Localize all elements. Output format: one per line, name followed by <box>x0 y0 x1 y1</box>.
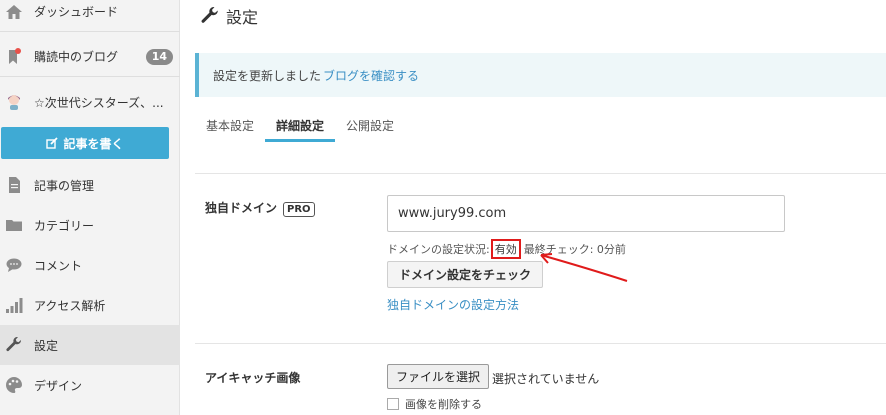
choose-file-button[interactable]: ファイルを選択 <box>387 364 490 389</box>
eyecatch-label: アイキャッチ画像 <box>205 371 301 385</box>
view-blog-link[interactable]: ブログを確認する <box>323 67 419 84</box>
main-content: 設定 設定を更新しました ブログを確認する 基本設定 詳細設定 公開設定 独自ド… <box>180 0 886 415</box>
edit-icon <box>46 137 59 149</box>
sidebar-item-analytics[interactable]: アクセス解析 <box>0 285 180 325</box>
notice-text: 設定を更新しました <box>213 68 322 83</box>
sidebar-item-label: ☆次世代シスターズ、... <box>34 95 164 110</box>
sidebar-item-blog[interactable]: ☆次世代シスターズ、... <box>0 82 180 122</box>
sidebar-item-label: 記事の管理 <box>34 178 95 193</box>
bar-chart-icon <box>5 296 23 314</box>
wrench-icon <box>5 336 23 354</box>
sidebar-item-settings[interactable]: 設定 <box>0 325 180 365</box>
sidebar-item-label: カテゴリー <box>34 218 95 233</box>
blog-avatar-icon <box>5 93 23 111</box>
sidebar-item-articles[interactable]: 記事の管理 <box>0 165 180 205</box>
file-status-text: 選択されていません <box>492 372 600 386</box>
custom-domain-label: 独自ドメイン PRO <box>205 199 315 217</box>
sidebar-item-label: アクセス解析 <box>34 298 106 313</box>
tab-publish-settings[interactable]: 公開設定 <box>335 108 405 142</box>
wrench-icon <box>201 7 218 23</box>
update-notice: 設定を更新しました ブログを確認する <box>195 53 886 97</box>
divider <box>195 343 886 344</box>
sidebar: ダッシュボード 購読中のブログ 14 ☆次世代シスターズ、... 記事を書く 記… <box>0 0 180 415</box>
home-icon <box>5 3 23 21</box>
palette-icon <box>5 376 23 394</box>
folder-icon <box>5 216 23 234</box>
bookmark-icon <box>5 47 23 66</box>
check-domain-button[interactable]: ドメイン設定をチェック <box>387 261 544 288</box>
document-icon <box>5 176 23 194</box>
divider <box>195 173 886 174</box>
sidebar-item-comments[interactable]: コメント <box>0 245 180 285</box>
comment-icon <box>5 256 23 274</box>
settings-tabs: 基本設定 詳細設定 公開設定 <box>195 108 405 142</box>
custom-domain-input[interactable] <box>387 195 785 232</box>
unread-count-badge: 14 <box>145 48 173 65</box>
tab-advanced-settings[interactable]: 詳細設定 <box>265 108 336 142</box>
page-title-text: 設定 <box>226 8 259 27</box>
custom-domain-label-text: 独自ドメイン <box>205 201 278 215</box>
write-article-button[interactable]: 記事を書く <box>1 127 169 159</box>
sidebar-item-label: 購読中のブログ <box>34 50 119 64</box>
sidebar-item-categories[interactable]: カテゴリー <box>0 205 180 245</box>
sidebar-item-design[interactable]: デザイン <box>0 365 180 405</box>
domain-status-prefix: ドメインの設定状況: <box>387 243 490 256</box>
sidebar-item-label: 設定 <box>34 338 59 353</box>
sidebar-item-label: コメント <box>34 258 83 273</box>
tab-basic-settings[interactable]: 基本設定 <box>195 108 265 142</box>
annotation-arrow-icon <box>540 253 628 282</box>
sidebar-item-dashboard[interactable]: ダッシュボード <box>0 0 180 32</box>
sidebar-item-label: デザイン <box>34 378 83 393</box>
sidebar-item-label: ダッシュボード <box>34 5 119 19</box>
page-title: 設定 <box>200 4 258 28</box>
sidebar-item-subscriptions[interactable]: 購読中のブログ 14 <box>0 37 180 77</box>
delete-image-checkbox[interactable] <box>387 398 399 410</box>
pro-badge: PRO <box>283 202 315 217</box>
domain-howto-link[interactable]: 独自ドメインの設定方法 <box>387 296 519 313</box>
write-article-label: 記事を書く <box>63 136 124 151</box>
delete-image-row[interactable]: 画像を削除する <box>387 396 482 412</box>
delete-image-label: 画像を削除する <box>405 398 482 411</box>
domain-status-value: 有効 <box>490 239 521 259</box>
